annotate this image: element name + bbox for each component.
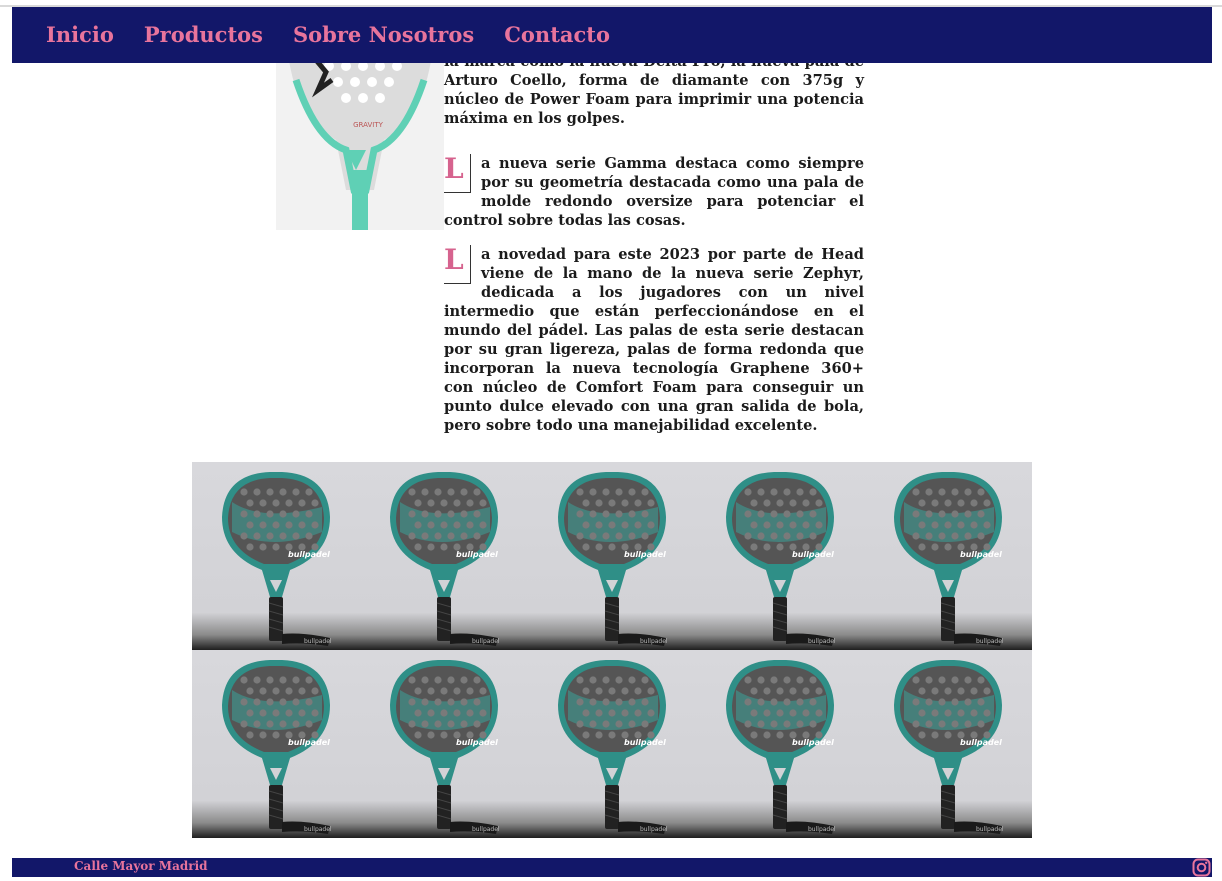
paddle-product-image: bullpadel bullpadel [864, 650, 1032, 838]
paddle-brand-label: bullpadel [960, 550, 1002, 559]
paddle-gallery: bullpadel bullpadel bullpadel bullpadel … [192, 462, 1032, 838]
main-content: GRAVITY la marca como la nueva Delta Pro… [0, 0, 1222, 879]
paddle-strap-label: bullpadel [976, 826, 1004, 833]
paddle-strap-label: bullpadel [976, 638, 1004, 645]
paddle-strap-label: bullpadel [640, 826, 668, 833]
racket-photo-label: GRAVITY [353, 121, 383, 129]
paddle-strap-label: bullpadel [472, 826, 500, 833]
footer-address: Calle Mayor Madrid [74, 859, 208, 873]
nav-link-contacto[interactable]: Contacto [504, 7, 610, 63]
paragraph-zephyr-text: a novedad para este 2023 por parte de He… [444, 246, 864, 434]
paddle-product-image: bullpadel bullpadel [528, 462, 696, 650]
paddle-brand-label: bullpadel [792, 738, 834, 747]
footer: Calle Mayor Madrid [12, 858, 1212, 877]
paddle-strap-label: bullpadel [640, 638, 668, 645]
nav-link-inicio[interactable]: Inicio [46, 7, 114, 63]
paddle-product-image: bullpadel bullpadel [696, 462, 864, 650]
nav-link-sobre-nosotros[interactable]: Sobre Nosotros [293, 7, 474, 63]
paddle-strap-label: bullpadel [304, 826, 332, 833]
paddle-product-image: bullpadel bullpadel [192, 650, 360, 838]
paragraph-zephyr: L a novedad para este 2023 por parte de … [444, 245, 864, 435]
paddle-brand-label: bullpadel [456, 550, 498, 559]
paragraph-intro-text: la marca como la nueva Delta Pro, la nue… [444, 53, 864, 127]
instagram-icon[interactable] [1192, 858, 1211, 877]
paragraph-gamma-text: a nueva serie Gamma destaca como siempre… [444, 155, 864, 229]
paddle-product-image: bullpadel bullpadel [528, 650, 696, 838]
paddle-product-image: bullpadel bullpadel [696, 650, 864, 838]
dropcap-letter: L [444, 245, 471, 284]
paragraph-intro: la marca como la nueva Delta Pro, la nue… [444, 52, 864, 128]
paddle-product-image: bullpadel bullpadel [360, 462, 528, 650]
paddle-strap-label: bullpadel [808, 638, 836, 645]
paddle-brand-label: bullpadel [960, 738, 1002, 747]
paddle-brand-label: bullpadel [624, 738, 666, 747]
paddle-brand-label: bullpadel [624, 550, 666, 559]
main-navbar: Inicio Productos Sobre Nosotros Contacto [12, 7, 1212, 63]
paddle-strap-label: bullpadel [472, 638, 500, 645]
dropcap-letter: L [444, 154, 471, 193]
paddle-brand-label: bullpadel [288, 550, 330, 559]
paddle-brand-label: bullpadel [288, 738, 330, 747]
paragraph-gamma: L a nueva serie Gamma destaca como siemp… [444, 154, 864, 230]
paddle-strap-label: bullpadel [808, 826, 836, 833]
paddle-product-image: bullpadel bullpadel [360, 650, 528, 838]
paddle-brand-label: bullpadel [456, 738, 498, 747]
paddle-product-image: bullpadel bullpadel [192, 462, 360, 650]
nav-link-productos[interactable]: Productos [144, 7, 263, 63]
paddle-product-image: bullpadel bullpadel [864, 462, 1032, 650]
paddle-brand-label: bullpadel [792, 550, 834, 559]
paddle-strap-label: bullpadel [304, 638, 332, 645]
